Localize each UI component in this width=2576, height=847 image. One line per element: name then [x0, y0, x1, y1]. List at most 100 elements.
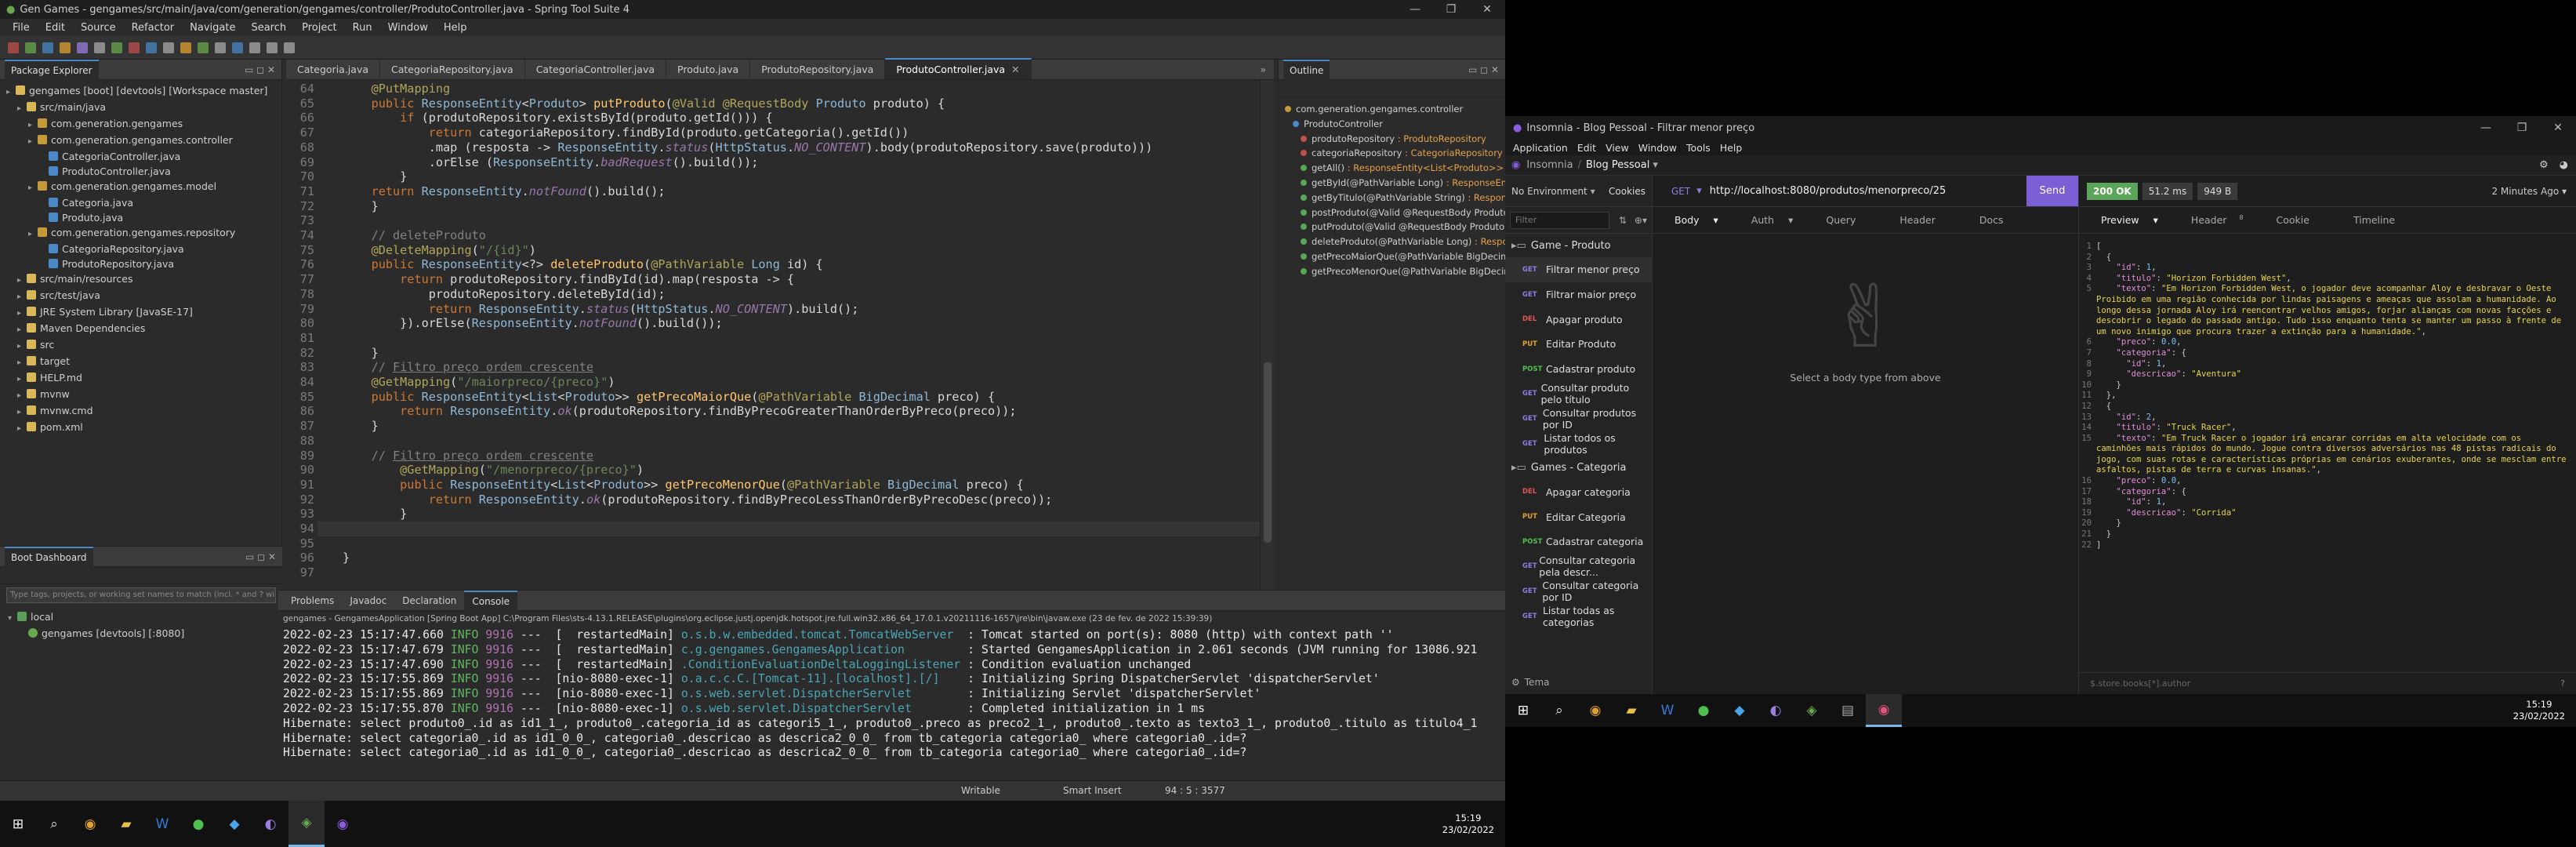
code-line[interactable]: } — [343, 419, 379, 434]
outline-item[interactable]: getPrecoMaiorQue(@PathVariable BigDecima… — [1285, 249, 1505, 264]
menu-item-edit[interactable]: Edit — [38, 22, 73, 34]
package-tree-item[interactable]: Produto.java — [0, 210, 281, 225]
chevron-down-icon[interactable]: ▾ — [1653, 159, 1658, 171]
package-tree-item[interactable]: ProdutoRepository.java — [0, 256, 281, 271]
pane-controls[interactable]: ▭ ◻ ✕ — [245, 551, 276, 562]
code-line[interactable]: // Filtro preço ordem crescente — [343, 360, 593, 375]
toolbar-icon[interactable] — [163, 42, 174, 53]
code-line[interactable]: if (produtoRepository.existsById(produto… — [343, 111, 772, 125]
code-line[interactable]: }).orElse(ResponseEntity.notFound().buil… — [343, 316, 723, 331]
environment-select[interactable]: No Environment — [1511, 186, 1587, 197]
code-line[interactable]: public ResponseEntity<Produto> putProdut… — [343, 96, 945, 111]
menu-item-tools[interactable]: Tools — [1682, 142, 1715, 154]
request-item[interactable]: PUT Editar Produto — [1505, 332, 1652, 357]
pane-controls[interactable]: ▭ ◻ ✕ — [1468, 64, 1499, 75]
editor-scrollbar[interactable] — [1260, 80, 1274, 590]
code-line[interactable]: } — [343, 507, 407, 522]
word-icon[interactable]: W — [144, 801, 180, 847]
code-line[interactable]: return ResponseEntity.ok(produtoReposito… — [343, 493, 1053, 507]
menu-item-refactor[interactable]: Refactor — [124, 22, 183, 34]
send-button[interactable]: Send — [2026, 176, 2078, 206]
workspace-name[interactable]: Blog Pessoal — [1586, 159, 1649, 171]
package-tree-item[interactable]: ▸ com.generation.gengames.controller — [0, 133, 281, 149]
code-line[interactable]: return ResponseEntity.notFound().build()… — [343, 184, 666, 199]
request-item[interactable]: GET Consultar produto pelo título — [1505, 381, 1652, 406]
pane-controls[interactable]: ▭ ◻ ✕ — [245, 64, 275, 75]
response-tab-preview[interactable]: Preview ▾ — [2079, 214, 2169, 226]
package-tree-item[interactable]: ▸ HELP.md — [0, 370, 281, 387]
outline-item[interactable]: postProduto(@Valid @RequestBody Produto)… — [1285, 205, 1505, 220]
insomnia-task-icon[interactable]: ◉ — [325, 801, 361, 847]
menu-item-view[interactable]: View — [1601, 142, 1634, 154]
search-icon[interactable]: ⌕ — [1541, 694, 1577, 727]
code-line[interactable]: public ResponseEntity<List<Produto>> get… — [343, 478, 1024, 493]
request-item[interactable]: GET Consultar produtos por ID — [1505, 406, 1652, 431]
editor-tab[interactable]: Produto.java — [666, 60, 751, 79]
package-tree-item[interactable]: ▸ com.generation.gengames.model — [0, 179, 281, 195]
sts-task-icon[interactable]: ◈ — [1794, 694, 1830, 727]
toolbar-icon[interactable] — [25, 42, 36, 53]
request-tab-query[interactable]: Query — [1804, 214, 1878, 226]
package-tree-item[interactable]: ▸ com.generation.gengames — [0, 116, 281, 133]
toolbar-icon[interactable] — [129, 42, 140, 53]
editor-tab[interactable]: ProdutoRepository.java — [750, 60, 886, 79]
whatsapp-icon[interactable]: ● — [1685, 694, 1722, 727]
editor-tab[interactable]: CategoriaRepository.java — [380, 60, 525, 79]
request-item[interactable]: GET Listar todos os produtos — [1505, 431, 1652, 456]
package-tree-item[interactable]: ▸ com.generation.gengames.repository — [0, 225, 281, 242]
menu-item-search[interactable]: Search — [243, 22, 294, 34]
toolbar-icon[interactable] — [215, 42, 226, 53]
code-line[interactable]: return categoriaRepository.findById(prod… — [343, 125, 909, 140]
vscode-icon[interactable]: ◆ — [216, 801, 252, 847]
code-line[interactable]: return produtoRepository.findById(id).ma… — [343, 272, 794, 287]
taskbar-clock[interactable]: 15:19 23/02/2022 — [2513, 699, 2576, 722]
package-tree-item[interactable]: ▸ src — [0, 337, 281, 354]
package-tree-item[interactable]: ▸ src/test/java — [0, 288, 281, 304]
console-tab-problems[interactable]: Problems — [283, 591, 342, 610]
code-line[interactable]: produtoRepository.deleteById(id); — [343, 287, 666, 302]
outline-tab[interactable]: Outline — [1283, 59, 1330, 80]
tab-overflow-icon[interactable]: » — [1253, 60, 1274, 79]
editor-tab[interactable]: CategoriaController.java — [525, 60, 667, 79]
history-dropdown[interactable]: 2 Minutes Ago ▾ — [2491, 186, 2567, 197]
sort-icon[interactable]: ⇅ — [1619, 215, 1627, 226]
console-tab-declaration[interactable]: Declaration — [394, 591, 464, 610]
toolbar-icon[interactable] — [267, 42, 278, 53]
package-tree-item[interactable]: ▸ mvnw — [0, 387, 281, 403]
minimize-button[interactable]: — — [2468, 122, 2504, 134]
menu-item-file[interactable]: File — [5, 22, 38, 34]
chrome-icon[interactable]: ◉ — [72, 801, 108, 847]
console-tab-javadoc[interactable]: Javadoc — [342, 591, 394, 610]
toolbar-icon[interactable] — [111, 42, 122, 53]
method-select[interactable]: GET — [1653, 186, 1696, 197]
request-item[interactable]: DEL Apagar produto — [1505, 307, 1652, 332]
code-line[interactable]: return ResponseEntity.status(HttpStatus.… — [343, 302, 859, 317]
code-line[interactable]: } — [343, 346, 379, 361]
code-line[interactable]: @DeleteMapping("/{id}") — [343, 243, 536, 258]
menu-item-project[interactable]: Project — [294, 22, 344, 34]
start-icon[interactable]: ⊞ — [1505, 694, 1541, 727]
request-tab-auth[interactable]: Auth ▾ — [1729, 214, 1805, 226]
request-item[interactable]: GET Consultar categoria pela descr... — [1505, 554, 1652, 580]
code-line[interactable]: // Filtro preço ordem crescente — [343, 449, 593, 463]
vscode-icon[interactable]: ◆ — [1722, 694, 1758, 727]
package-tree-item[interactable]: ▸ pom.xml — [0, 420, 281, 436]
package-tree-item[interactable]: ▸ JRE System Library [JavaSE-17] — [0, 304, 281, 321]
restore-button[interactable]: ❐ — [1433, 3, 1469, 16]
code-line[interactable]: } — [343, 551, 350, 565]
code-line[interactable]: .orElse (ResponseEntity.badRequest().bui… — [343, 155, 759, 170]
package-tree-item[interactable]: ▸ mvnw.cmd — [0, 403, 281, 420]
package-tree-item[interactable]: ▸ Maven Dependencies — [0, 321, 281, 337]
request-tab-body[interactable]: Body ▾ — [1653, 214, 1729, 226]
toolbar-icon[interactable] — [249, 42, 260, 53]
editor-tab[interactable]: ProdutoController.java ✕ — [885, 58, 1032, 79]
request-tab-header[interactable]: Header — [1878, 214, 1957, 226]
response-tab-cookie[interactable]: Cookie — [2255, 214, 2331, 226]
chevron-down-icon[interactable]: ▾ — [1591, 186, 1595, 197]
toolbar-icon[interactable] — [232, 42, 243, 53]
menu-item-application[interactable]: Application — [1508, 142, 1573, 154]
boot-app-item[interactable]: gengames [devtools] [:8080] — [8, 626, 282, 641]
response-tab-timeline[interactable]: Timeline — [2331, 214, 2417, 226]
outline-item[interactable]: putProduto(@Valid @RequestBody Produto) … — [1285, 220, 1505, 234]
filter-input[interactable]: Filter — [1510, 211, 1609, 229]
